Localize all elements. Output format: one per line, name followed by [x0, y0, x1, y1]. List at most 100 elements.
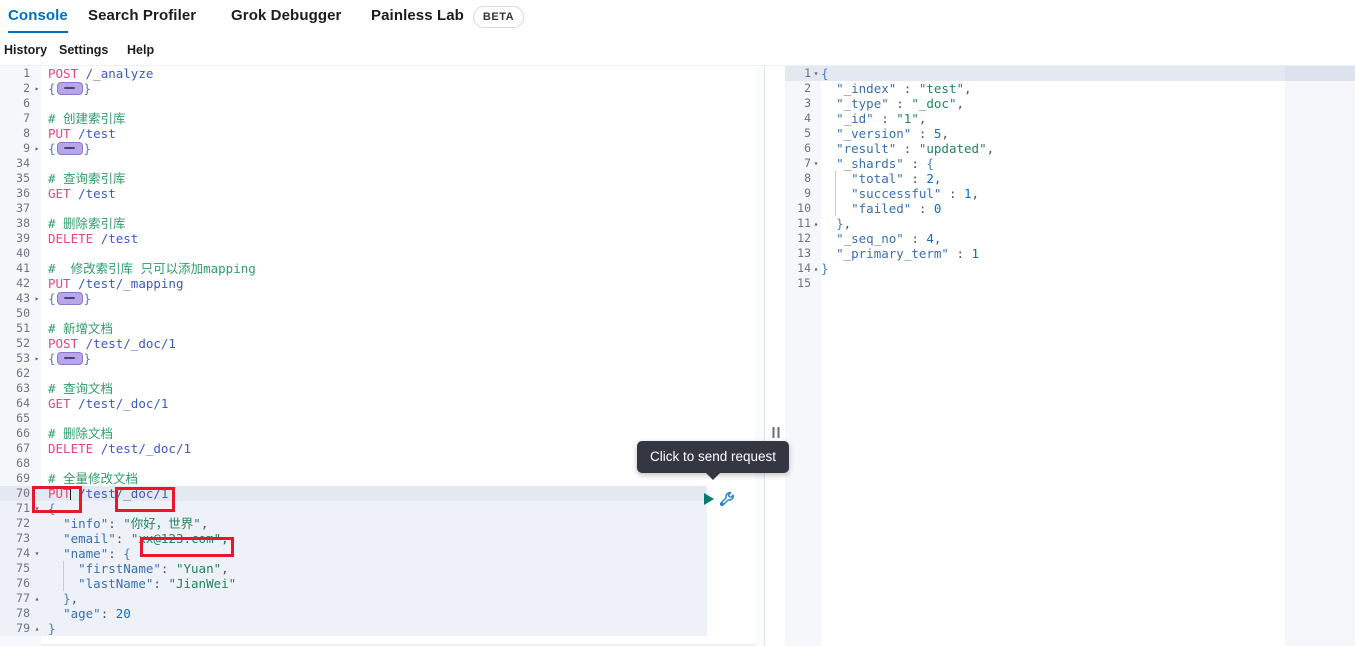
code-line[interactable]: 1 ▾{: [785, 66, 1285, 81]
code-line[interactable]: 8 "total" : 2,: [785, 171, 1285, 186]
code-line[interactable]: 9 ▸ {}: [0, 141, 707, 156]
code-line-text: "_index" : "test",: [821, 81, 971, 96]
code-line[interactable]: 75 "firstName": "Yuan",: [0, 561, 707, 576]
tab-console[interactable]: Console: [8, 0, 68, 33]
send-request-play-icon[interactable]: [704, 493, 714, 505]
fold-toggle-icon[interactable]: ▸: [32, 291, 42, 306]
code-line[interactable]: 40: [0, 246, 707, 261]
code-line[interactable]: 5 "_version" : 5,: [785, 126, 1285, 141]
code-line[interactable]: 79 ▴}: [0, 621, 707, 636]
code-line[interactable]: 63 # 查询文档: [0, 381, 707, 396]
code-line[interactable]: 10 "failed" : 0: [785, 201, 1285, 216]
line-number: 42: [16, 276, 30, 290]
code-line[interactable]: 74 ▾ "name": {: [0, 546, 707, 561]
code-line[interactable]: 7 # 创建索引库: [0, 111, 707, 126]
fold-toggle-icon[interactable]: ▾: [32, 501, 42, 516]
submenu-item-help[interactable]: Help: [127, 43, 154, 57]
code-line[interactable]: 50: [0, 306, 707, 321]
wrench-icon[interactable]: [719, 491, 736, 513]
fold-toggle-icon[interactable]: ▾: [811, 66, 821, 81]
line-number: 43: [16, 291, 30, 305]
line-number: 8: [804, 171, 811, 185]
response-pane[interactable]: 1 ▾{2 "_index" : "test", 3 "_type" : "_doc…: [785, 66, 1285, 646]
code-line[interactable]: 37: [0, 201, 707, 216]
fold-toggle-icon[interactable]: ▸: [32, 81, 42, 96]
code-line[interactable]: 6: [0, 96, 707, 111]
code-line[interactable]: 43 ▸ {}: [0, 291, 707, 306]
code-line[interactable]: 7 ▾ "_shards" : {: [785, 156, 1285, 171]
code-token: :: [896, 141, 919, 156]
collapsed-block-widget[interactable]: [56, 352, 83, 365]
code-line[interactable]: 35 # 查询索引库: [0, 171, 707, 186]
code-line[interactable]: 12 "_seq_no" : 4,: [785, 231, 1285, 246]
code-token: :: [941, 186, 964, 201]
code-line[interactable]: 39 DELETE /test: [0, 231, 707, 246]
tab-search-profiler[interactable]: Search Profiler: [88, 0, 196, 33]
code-line[interactable]: 8 PUT /test: [0, 126, 707, 141]
code-line[interactable]: 69 # 全量修改文档: [0, 471, 707, 486]
code-line[interactable]: 42 PUT /test/_mapping: [0, 276, 707, 291]
tab-painless-lab[interactable]: Painless Lab BETA: [371, 0, 525, 33]
code-token: :: [108, 546, 124, 561]
code-line[interactable]: 41 # 修改索引库 只可以添加mapping: [0, 261, 707, 276]
code-line[interactable]: 70 PUT /test/_doc/1: [0, 486, 707, 501]
code-line[interactable]: 68: [0, 456, 707, 471]
code-line[interactable]: 11 ▴ },: [785, 216, 1285, 231]
submenu-item-settings[interactable]: Settings: [59, 43, 108, 57]
code-line[interactable]: 15: [785, 276, 1285, 291]
code-line[interactable]: 64 GET /test/_doc/1: [0, 396, 707, 411]
code-line[interactable]: 9 "successful" : 1,: [785, 186, 1285, 201]
pane-resizer[interactable]: [764, 66, 787, 646]
code-line[interactable]: 14 ▴}: [785, 261, 1285, 276]
fold-toggle-icon[interactable]: ▴: [32, 621, 42, 636]
code-token: # 查询文档: [48, 381, 114, 396]
code-token: # 删除索引库: [48, 216, 126, 231]
fold-toggle-icon[interactable]: ▸: [32, 141, 42, 156]
code-line[interactable]: 36 GET /test: [0, 186, 707, 201]
code-line[interactable]: 3 "_type" : "_doc",: [785, 96, 1285, 111]
code-line[interactable]: 1 POST /_analyze: [0, 66, 707, 81]
fold-toggle-icon[interactable]: ▾: [811, 156, 821, 171]
code-line[interactable]: 2 "_index" : "test",: [785, 81, 1285, 96]
code-line[interactable]: 34: [0, 156, 707, 171]
code-line[interactable]: 78 "age": 20: [0, 606, 707, 621]
fold-toggle-icon[interactable]: ▴: [32, 591, 42, 606]
code-line[interactable]: 66 # 删除文档: [0, 426, 707, 441]
code-line[interactable]: 52 POST /test/_doc/1: [0, 336, 707, 351]
line-number: 51: [16, 321, 30, 335]
code-line[interactable]: 53 ▸ {}: [0, 351, 707, 366]
collapsed-block-widget[interactable]: [56, 292, 83, 305]
code-line[interactable]: 51 # 新增文档: [0, 321, 707, 336]
line-number: 36: [16, 186, 30, 200]
tab-grok-debugger[interactable]: Grok Debugger: [231, 0, 341, 33]
tab-label: Painless Lab: [371, 7, 464, 24]
submenu-item-history[interactable]: History: [4, 43, 47, 57]
code-line[interactable]: 71 ▾ {: [0, 501, 707, 516]
fold-toggle-icon[interactable]: ▾: [32, 546, 42, 561]
code-line[interactable]: 38 # 删除索引库: [0, 216, 707, 231]
request-editor-pane[interactable]: 1 POST /_analyze 2 ▸{} 6 7 # 创建索引库 8 PUT /test 9 ▸…: [0, 66, 755, 646]
code-line-text: # 全量修改文档: [48, 471, 138, 486]
fold-toggle-icon[interactable]: ▴: [811, 261, 821, 276]
code-line[interactable]: 72 "info": "你好，世界",: [0, 516, 707, 531]
code-line[interactable]: 13 "_primary_term" : 1: [785, 246, 1285, 261]
collapsed-block-widget[interactable]: [56, 142, 83, 155]
code-line[interactable]: 6 "result" : "updated",: [785, 141, 1285, 156]
code-line[interactable]: 76 "lastName": "JianWei": [0, 576, 707, 591]
code-line[interactable]: 73 "email": "xx@123.com",: [0, 531, 707, 546]
code-token: PUT: [48, 276, 71, 291]
code-line[interactable]: 77 ▴ },: [0, 591, 707, 606]
code-line[interactable]: 62: [0, 366, 707, 381]
code-token: :: [911, 201, 934, 216]
collapsed-block-widget[interactable]: [56, 82, 83, 95]
code-line[interactable]: 65: [0, 411, 707, 426]
code-line[interactable]: 4 "_id" : "1",: [785, 111, 1285, 126]
code-line[interactable]: 67 DELETE /test/_doc/1: [0, 441, 707, 456]
fold-toggle-icon[interactable]: ▴: [811, 216, 821, 231]
fold-toggle-icon[interactable]: ▸: [32, 351, 42, 366]
code-line[interactable]: 2 ▸ {}: [0, 81, 707, 96]
